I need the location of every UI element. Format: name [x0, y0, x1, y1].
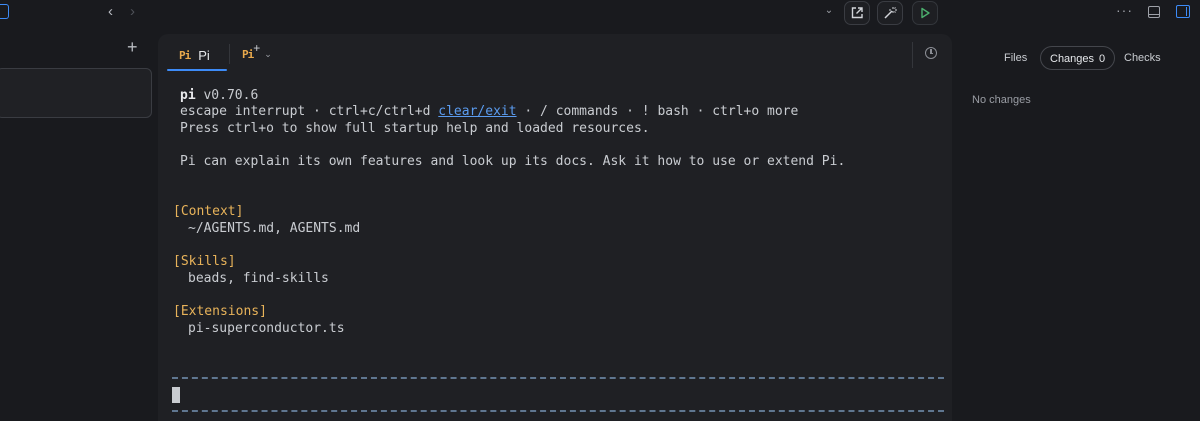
- hint-suffix: · / commands · ! bash · ctrl+o more: [516, 104, 799, 119]
- section-content: pi-superconductor.ts: [188, 321, 345, 336]
- play-icon: [921, 7, 930, 19]
- empty-state-message: No changes: [972, 94, 1031, 106]
- section-content: ~/AGENTS.md, AGENTS.md: [188, 221, 361, 236]
- hint-line: escape interrupt · ctrl+c/ctrl+d clear/e…: [180, 104, 798, 121]
- active-tab-indicator: [167, 69, 227, 71]
- clear-exit-link[interactable]: clear/exit: [438, 104, 516, 119]
- terminal-output: pi v0.70.6 escape interrupt · ctrl+c/ctr…: [158, 84, 952, 336]
- features-line: Pi can explain its own features and look…: [180, 154, 846, 169]
- sidebar-right-toggle-icon[interactable]: [1176, 5, 1190, 18]
- more-icon[interactable]: ···: [1116, 2, 1133, 18]
- forward-button[interactable]: ›: [130, 3, 135, 21]
- startup-help-line: Press ctrl+o to show full startup help a…: [180, 121, 650, 136]
- history-icon[interactable]: [925, 47, 937, 59]
- tab-divider: [912, 42, 913, 68]
- sidebar-left-toggle-icon[interactable]: [0, 4, 9, 19]
- chevron-down-icon[interactable]: ⌄: [822, 4, 836, 18]
- app-name: pi: [180, 88, 196, 103]
- tab-bar: Pi Pi Pi + ⌄: [158, 34, 952, 72]
- version-text: v0.70.6: [203, 88, 259, 103]
- terminal-input-cursor[interactable]: [172, 387, 180, 403]
- tab-checks[interactable]: Checks: [1124, 46, 1161, 70]
- tab-pi[interactable]: Pi Pi: [167, 40, 227, 71]
- tab-files[interactable]: Files: [1004, 46, 1027, 70]
- section-title: [Extensions]: [173, 304, 267, 319]
- tab-changes[interactable]: Changes 0: [1040, 46, 1115, 70]
- sidebar-session-item[interactable]: [0, 68, 152, 118]
- tab-label: Pi: [198, 48, 210, 63]
- pi-logo-icon: Pi: [242, 47, 254, 61]
- open-external-button[interactable]: [844, 1, 870, 25]
- terminal-panel: Pi Pi Pi + ⌄ pi v0.70.6 escape interrupt…: [158, 34, 952, 421]
- plus-icon: +: [253, 41, 261, 55]
- right-panel: Files Changes 0 Checks No changes: [952, 34, 1200, 421]
- tab-divider: [229, 44, 230, 64]
- hint-prefix: escape interrupt · ctrl+c/ctrl+d: [180, 104, 439, 119]
- input-bottom-rule: [172, 410, 944, 412]
- magic-wand-button[interactable]: [877, 1, 903, 25]
- pi-logo-icon: Pi: [179, 49, 191, 62]
- top-bar: ‹ › ⌄ ···: [0, 0, 1200, 26]
- run-button[interactable]: [912, 1, 938, 25]
- external-link-icon: [851, 7, 863, 19]
- changes-count-badge: 0: [1099, 53, 1106, 65]
- add-session-button[interactable]: +: [127, 38, 138, 56]
- section-title: [Skills]: [173, 254, 236, 269]
- chevron-down-icon: ⌄: [264, 48, 272, 59]
- back-button[interactable]: ‹: [108, 3, 113, 21]
- tab-changes-label: Changes: [1050, 53, 1095, 65]
- section-title: [Context]: [173, 204, 244, 219]
- bottom-panel-toggle-icon[interactable]: [1148, 6, 1160, 18]
- input-top-rule: [172, 377, 944, 379]
- magic-wand-icon: [884, 7, 897, 19]
- version-line: pi v0.70.6: [180, 88, 258, 105]
- section-content: beads, find-skills: [188, 271, 329, 286]
- new-tab-button[interactable]: Pi + ⌄: [242, 41, 272, 66]
